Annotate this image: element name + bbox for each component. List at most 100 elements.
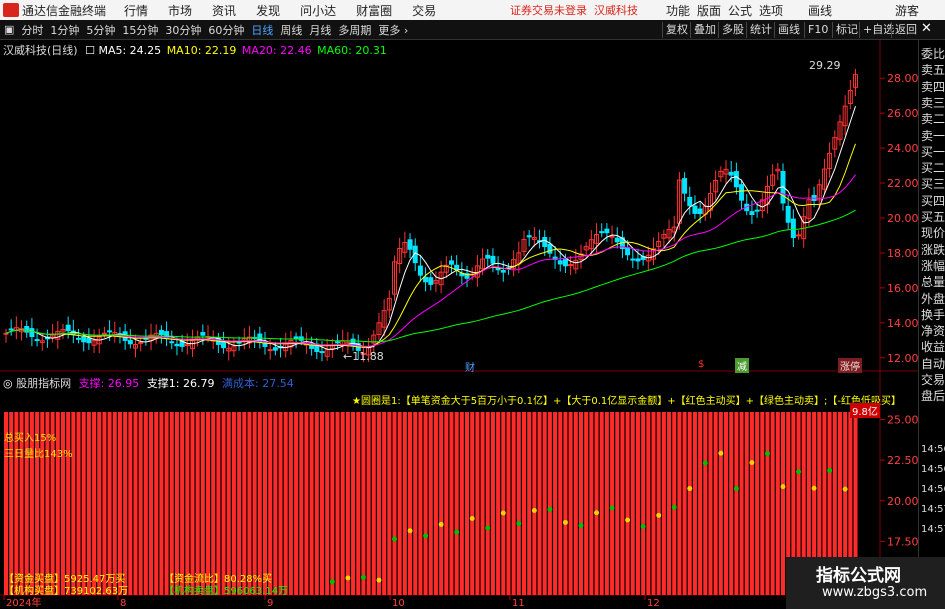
side-panel-item[interactable]: 卖二 xyxy=(921,110,945,127)
gear-icon[interactable]: ☐ xyxy=(85,44,95,57)
side-panel-item[interactable]: 委比 xyxy=(921,45,945,62)
event-dollar[interactable]: $ xyxy=(698,359,704,370)
candle-body xyxy=(490,255,496,264)
menu-item-news[interactable]: 资讯 xyxy=(212,2,236,19)
side-panel-item[interactable]: 净资 xyxy=(921,322,945,339)
side-panel-item[interactable]: 买四 xyxy=(921,192,945,209)
indicator-bar xyxy=(159,412,164,595)
high-price-marker: 29.29 xyxy=(809,59,841,72)
side-panel-item[interactable]: 盘后 xyxy=(921,387,945,404)
menu-item-wealth[interactable]: 财富圈 xyxy=(356,2,392,19)
flow-marker xyxy=(811,485,817,491)
side-panel-item[interactable]: 现价 xyxy=(921,224,945,241)
side-panel-item[interactable]: 买五 xyxy=(921,208,945,225)
indicator-bar xyxy=(226,412,231,595)
btn-back[interactable]: 返回 xyxy=(891,22,920,38)
event-financial[interactable]: 财 xyxy=(465,359,475,374)
side-panel-item[interactable]: 卖五 xyxy=(921,61,945,78)
indicator-bar xyxy=(708,412,713,595)
side-panel-item[interactable]: 卖一 xyxy=(921,127,945,144)
indicator-bar xyxy=(242,412,247,595)
user-guest[interactable]: 游客 xyxy=(895,2,919,19)
side-panel-item[interactable]: 卖三 xyxy=(921,94,945,111)
side-panel-item[interactable]: 换手 xyxy=(921,306,945,323)
btn-mark[interactable]: 标记 xyxy=(832,22,861,38)
candle-body xyxy=(557,260,563,265)
candle-body xyxy=(526,235,532,238)
side-panel-item[interactable]: 买三 xyxy=(921,175,945,192)
menu-function[interactable]: 功能 xyxy=(666,2,690,19)
menu-item-trade[interactable]: 交易 xyxy=(412,2,436,19)
tab-5min[interactable]: 5分钟 xyxy=(86,22,115,38)
tab-60min[interactable]: 60分钟 xyxy=(208,22,244,38)
login-notice[interactable]: 证券交易未登录 汉威科技 xyxy=(510,2,638,18)
side-panel-item[interactable]: 交易 xyxy=(921,371,945,388)
indicator-bar xyxy=(206,412,211,595)
indicator-bar xyxy=(770,412,775,595)
side-panel-item[interactable]: 买一 xyxy=(921,143,945,160)
tab-weekly[interactable]: 周线 xyxy=(280,22,302,38)
price-tick-label: 24.00 xyxy=(887,142,918,155)
tab-1min[interactable]: 1分钟 xyxy=(50,22,79,38)
event-reduce[interactable]: 减 xyxy=(735,358,749,373)
side-panel-time: 14:57 xyxy=(921,504,945,515)
indicator-bar xyxy=(60,412,65,595)
candle-body xyxy=(635,258,641,262)
btn-stats[interactable]: 统计 xyxy=(746,22,775,38)
indicator-switch-icon[interactable]: ◎ xyxy=(3,377,13,390)
side-panel-item[interactable]: 自动 xyxy=(921,355,945,372)
btn-multi-stock[interactable]: 多股 xyxy=(718,22,747,38)
btn-f10[interactable]: F10 xyxy=(804,22,831,38)
side-panel-item[interactable]: 买二 xyxy=(921,159,945,176)
date-tick-label: 9 xyxy=(267,598,273,609)
date-tick-label: 2024年 xyxy=(6,596,41,609)
side-panel-item[interactable]: 总量 xyxy=(921,273,945,290)
close-icon[interactable]: ✕ xyxy=(921,21,932,36)
menu-formula[interactable]: 公式 xyxy=(728,2,752,19)
chart-canvas: 28.00 26.00 24.00 22.00 20.00 18.00 16.00 14.00… xyxy=(0,40,918,609)
indicator-bar xyxy=(351,412,356,595)
price-tick-label: 26.00 xyxy=(887,107,918,120)
indicator-bar xyxy=(667,412,672,595)
candle-body xyxy=(728,171,734,176)
menu-options[interactable]: 选项 xyxy=(759,2,783,19)
indicator-bar xyxy=(506,412,511,595)
indicator-bar xyxy=(480,412,485,595)
toolbar-pin-icon[interactable]: ▣ xyxy=(4,23,14,36)
menu-item-market[interactable]: 市场 xyxy=(168,2,192,19)
flow-marker xyxy=(547,506,553,512)
tab-daily[interactable]: 日线 xyxy=(251,22,273,38)
side-panel-item[interactable]: 卖四 xyxy=(921,78,945,95)
indicator-bars xyxy=(4,412,858,595)
menu-item-discover[interactable]: 发现 xyxy=(256,2,280,19)
tab-timeshare[interactable]: 分时 xyxy=(21,22,43,38)
indicator-bar xyxy=(278,412,283,595)
menu-layout[interactable]: 版面 xyxy=(697,2,721,19)
side-panel-item[interactable]: 涨幅 xyxy=(921,257,945,274)
candle-body xyxy=(127,339,133,345)
tab-30min[interactable]: 30分钟 xyxy=(165,22,201,38)
flow-marker xyxy=(687,486,693,492)
tab-more[interactable]: 更多 › xyxy=(378,22,408,38)
event-limit-up[interactable]: 涨停 xyxy=(838,358,862,373)
quote-side-panel: 委比 卖五 卖四 卖三 卖二 卖一 买一 买二 买三 买四 买五 现价 涨跌 涨幅 总量 外盘 换手 净资 收益 自动… xyxy=(918,40,945,609)
side-panel-item[interactable]: 收益 xyxy=(921,338,945,355)
flow-marker xyxy=(780,484,786,490)
max-flow-badge: 9.8亿 xyxy=(850,403,880,418)
side-panel-item[interactable]: 外盘 xyxy=(921,290,945,307)
side-panel-item[interactable]: 涨跌 xyxy=(921,241,945,258)
btn-overlay[interactable]: 叠加 xyxy=(690,22,719,38)
btn-adjust[interactable]: 复权 xyxy=(662,22,691,38)
menu-drawing[interactable]: 画线 xyxy=(808,2,832,19)
btn-draw[interactable]: 画线 xyxy=(774,22,803,38)
indicator-bar xyxy=(361,412,366,595)
menu-item-quotes[interactable]: 行情 xyxy=(124,2,148,19)
indicator-bar xyxy=(221,412,226,595)
indicator-tick-label: 22.50 xyxy=(887,454,918,467)
menu-item-ask[interactable]: 问小达 xyxy=(300,2,336,19)
price-tick-label: 12.00 xyxy=(887,352,918,365)
side-panel-time: 14:56 xyxy=(921,464,945,475)
tab-multi-period[interactable]: 多周期 xyxy=(338,22,371,38)
tab-15min[interactable]: 15分钟 xyxy=(122,22,158,38)
tab-monthly[interactable]: 月线 xyxy=(309,22,331,38)
